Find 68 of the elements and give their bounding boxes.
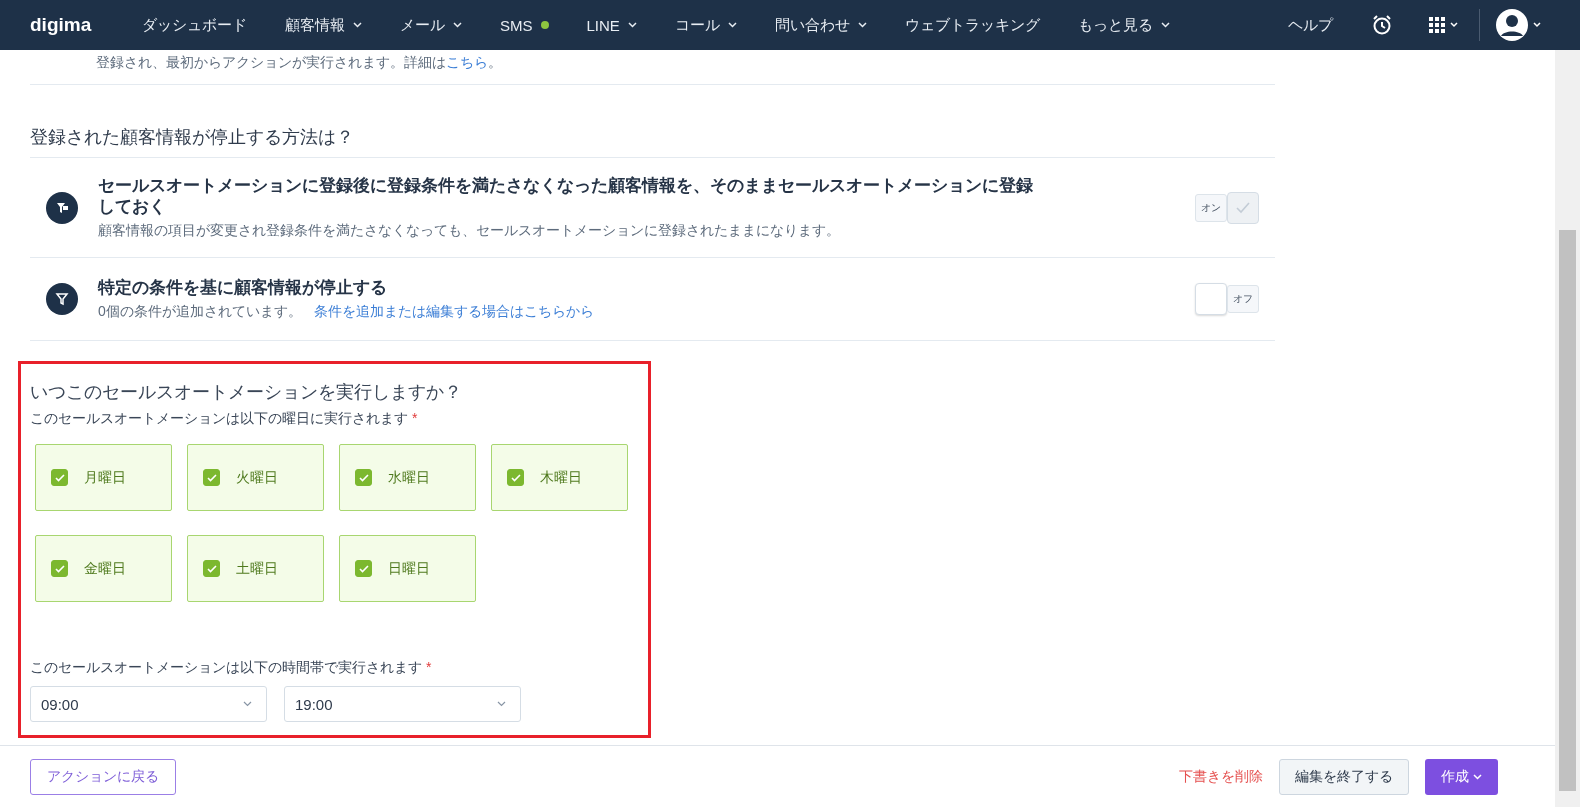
apps-grid-icon[interactable] xyxy=(1429,17,1459,33)
check-icon xyxy=(206,564,217,573)
weekday-option[interactable]: 金曜日 xyxy=(35,535,172,602)
weekday-option[interactable]: 火曜日 xyxy=(187,444,324,511)
chevron-down-icon xyxy=(1160,22,1170,28)
option-description: 0個の条件が追加されています。 xyxy=(98,303,302,321)
nav-menu-item[interactable]: もっと見る xyxy=(1077,15,1170,35)
checkbox[interactable] xyxy=(203,469,220,486)
weekday-option[interactable]: 土曜日 xyxy=(187,535,324,602)
nav-menu-item[interactable]: SMS xyxy=(500,16,549,34)
alarm-clock-icon[interactable] xyxy=(1371,14,1393,36)
finish-editing-button[interactable]: 編集を終了する xyxy=(1279,758,1409,795)
check-icon xyxy=(358,473,369,482)
field-label: このセールスオートメーションは以下の曜日に実行されます xyxy=(30,410,408,426)
back-button[interactable]: アクションに戻る xyxy=(30,758,176,795)
check-icon xyxy=(54,564,65,573)
checkbox[interactable] xyxy=(51,560,68,577)
help-link[interactable]: ヘルプ xyxy=(1288,15,1333,35)
option-title: 特定の条件を基に顧客情報が停止する xyxy=(98,277,388,298)
details-link[interactable]: こちら xyxy=(446,54,488,70)
create-button[interactable]: 作成 xyxy=(1425,758,1498,795)
check-icon xyxy=(54,473,65,482)
required-mark: * xyxy=(411,410,418,426)
checkbox[interactable] xyxy=(51,469,68,486)
chevron-down-icon xyxy=(497,701,506,707)
checkbox[interactable] xyxy=(203,560,220,577)
chevron-down-icon xyxy=(1473,773,1482,780)
user-avatar-icon[interactable] xyxy=(1496,9,1544,41)
scrollbar[interactable] xyxy=(1555,50,1580,807)
checkbox[interactable] xyxy=(507,469,524,486)
check-icon xyxy=(358,564,369,573)
nav-menu-item[interactable]: LINE xyxy=(586,16,637,34)
check-icon xyxy=(1236,201,1250,214)
delete-draft-link[interactable]: 下書きを削除 xyxy=(1179,767,1263,786)
section-heading: いつこのセールスオートメーションを実行しますか？ xyxy=(30,381,463,404)
check-icon xyxy=(510,473,521,482)
weekday-option[interactable]: 月曜日 xyxy=(35,444,172,511)
nav-menu-item[interactable]: コール xyxy=(674,15,737,35)
checkbox[interactable] xyxy=(355,560,372,577)
nav-menu-item[interactable]: ウェブトラッキング xyxy=(904,15,1040,35)
section-heading: 登録された顧客情報が停止する方法は？ xyxy=(30,125,1275,158)
option-description: 登録され、最初からアクションが実行されます。詳細は こちら。 xyxy=(96,54,503,72)
flag-icon xyxy=(46,191,78,224)
status-dot-icon xyxy=(540,21,549,29)
check-icon xyxy=(206,473,217,482)
nav-menu-item[interactable]: 問い合わせ xyxy=(774,15,867,35)
chevron-down-icon xyxy=(353,22,362,28)
nav-menu-item[interactable]: ダッシュボード xyxy=(142,15,247,35)
edit-conditions-link[interactable]: 条件を追加または編集する場合はこちらから xyxy=(313,303,594,321)
chevron-down-icon xyxy=(857,22,867,28)
weekday-option[interactable]: 日曜日 xyxy=(339,535,476,602)
chevron-down-icon xyxy=(627,22,637,28)
weekday-option[interactable]: 木曜日 xyxy=(491,444,628,511)
checkbox[interactable] xyxy=(355,469,372,486)
chevron-down-icon xyxy=(243,701,252,707)
filter-icon xyxy=(46,283,78,315)
nav-menu-item[interactable]: 顧客情報 xyxy=(285,15,362,35)
nav-menu-item[interactable]: メール xyxy=(400,15,462,35)
field-label: このセールスオートメーションは以下の時間帯で実行されます xyxy=(30,659,422,675)
time-select[interactable]: 19:00 xyxy=(284,686,521,722)
option-title: セールスオートメーションに登録後に登録条件を満たさなくなった顧客情報を、そのままセールスオートメーションに登録しておく xyxy=(98,175,1034,217)
time-select[interactable]: 09:00 xyxy=(30,686,267,722)
required-mark: * xyxy=(425,659,432,675)
logo[interactable]: digima xyxy=(30,14,108,36)
chevron-down-icon xyxy=(453,22,462,28)
chevron-down-icon xyxy=(727,22,737,28)
weekday-option[interactable]: 水曜日 xyxy=(339,444,476,511)
option-description: 顧客情報の項目が変更され登録条件を満たさなくなっても、セールスオートメーションに登録されたままになります。 xyxy=(98,222,840,240)
